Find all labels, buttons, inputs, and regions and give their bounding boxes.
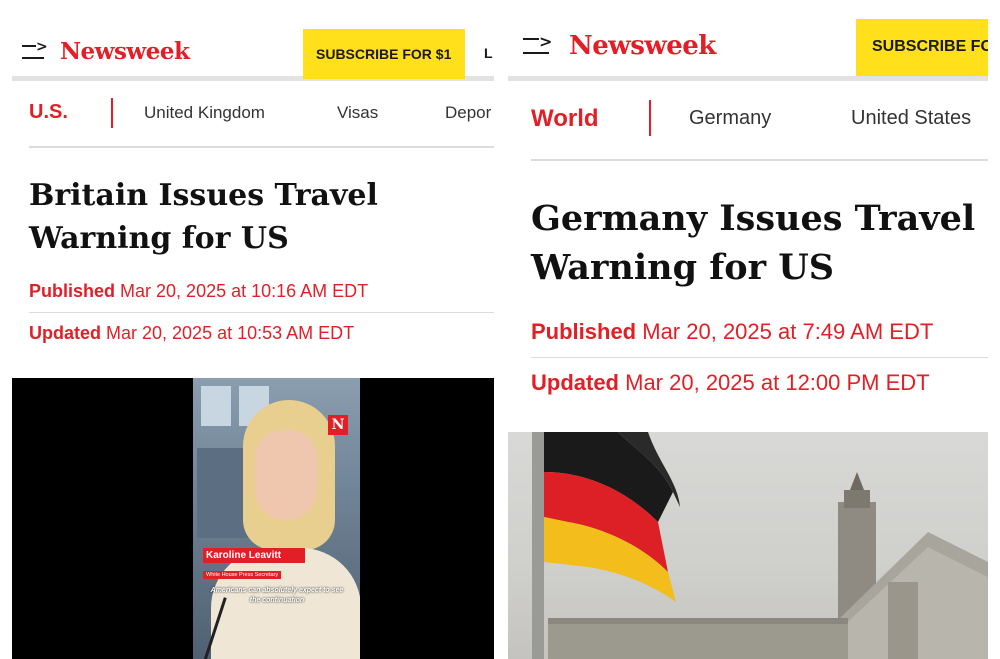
updated-date: Mar 20, 2025 at 12:00 PM EDT — [625, 370, 930, 395]
nav-link-deportation[interactable]: Depor — [445, 103, 491, 123]
nav-link-united-kingdom[interactable]: United Kingdom — [144, 103, 265, 123]
article-hero-image — [508, 432, 988, 659]
subscribe-button[interactable]: SUBSCRIBE FOR $1 — [303, 29, 465, 79]
updated-date: Mar 20, 2025 at 10:53 AM EDT — [106, 323, 355, 343]
nav-link-germany[interactable]: Germany — [689, 107, 771, 130]
video-caption: Americans can absolutely expect to see t… — [210, 587, 344, 604]
menu-icon[interactable]: > — [22, 39, 50, 61]
nav-divider — [111, 98, 113, 128]
flag-and-reichstag-illustration — [532, 432, 988, 659]
updated-label: Updated — [29, 323, 101, 343]
speaker-face — [255, 430, 317, 520]
lower-third: Karoline Leavitt White House Press Secre… — [203, 548, 305, 581]
site-header: > Newsweek SUBSCRIBE FOR $1 L — [12, 0, 494, 81]
published-label: Published — [531, 319, 637, 344]
left-article-screenshot: > Newsweek SUBSCRIBE FOR $1 L U.S. Unite… — [12, 0, 494, 659]
speaker-title: White House Press Secretary — [203, 571, 282, 579]
subscribe-button[interactable]: SUBSCRIBE FO — [856, 19, 988, 76]
video-player[interactable]: N Karoline Leavitt White House Press Sec… — [12, 378, 494, 659]
video-frame: N Karoline Leavitt White House Press Sec… — [193, 378, 360, 659]
section-nav: World Germany United States — [531, 100, 988, 136]
nav-divider-line — [29, 146, 494, 148]
right-article-screenshot: > Newsweek SUBSCRIBE FO World Germany Un… — [508, 0, 988, 659]
published-line: Published Mar 20, 2025 at 10:16 AM EDT — [29, 281, 368, 302]
nav-section-us[interactable]: U.S. — [29, 101, 68, 124]
article-headline: Germany Issues Travel Warning for US — [531, 198, 976, 288]
newsweek-logo[interactable]: Newsweek — [569, 31, 716, 61]
nav-divider-line — [531, 159, 988, 161]
meta-divider — [29, 312, 494, 313]
meta-divider — [531, 357, 988, 358]
nav-divider — [649, 100, 651, 136]
published-line: Published Mar 20, 2025 at 7:49 AM EDT — [531, 319, 933, 345]
newsweek-logo[interactable]: Newsweek — [60, 38, 190, 65]
published-date: Mar 20, 2025 at 10:16 AM EDT — [120, 281, 369, 301]
speaker-name: Karoline Leavitt — [203, 548, 305, 563]
section-nav: U.S. United Kingdom Visas Depor — [29, 98, 494, 128]
updated-line: Updated Mar 20, 2025 at 10:53 AM EDT — [29, 323, 354, 344]
published-date: Mar 20, 2025 at 7:49 AM EDT — [642, 319, 934, 344]
menu-icon[interactable]: > — [523, 32, 555, 56]
updated-label: Updated — [531, 370, 619, 395]
article-headline: Britain Issues Travel Warning for US — [29, 178, 378, 256]
nav-link-united-states[interactable]: United States — [851, 107, 971, 130]
newsweek-badge-icon: N — [328, 415, 348, 435]
nav-section-world[interactable]: World — [531, 105, 599, 133]
site-header: > Newsweek SUBSCRIBE FO — [508, 0, 988, 81]
login-link[interactable]: L — [484, 45, 494, 61]
published-label: Published — [29, 281, 116, 301]
nav-link-visas[interactable]: Visas — [337, 103, 378, 123]
updated-line: Updated Mar 20, 2025 at 12:00 PM EDT — [531, 370, 930, 396]
